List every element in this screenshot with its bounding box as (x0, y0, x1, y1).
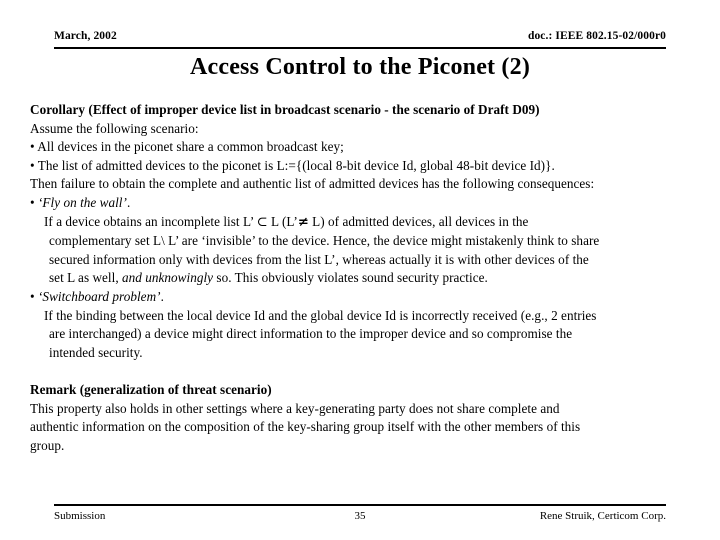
fly-line-4-part-a: set L as well, (49, 270, 122, 286)
bullet-marker: • (30, 194, 38, 210)
fly-line-1: If a device obtains an incomplete list L… (30, 213, 710, 233)
assume-line: Assume the following scenario: (30, 120, 199, 136)
fly-on-the-wall-label: ‘Fly on the wall’ (38, 194, 127, 210)
header-date: March, 2002 (54, 30, 117, 42)
fly-line-1-part-a: If a device obtains an incomplete list L… (44, 213, 257, 229)
bullet-common-key: • All devices in the piconet share a com… (30, 139, 344, 155)
fly-line-1-part-b: L (L’ (267, 213, 298, 229)
slide-footer: Submission 35 Rene Struik, Certicom Corp… (54, 504, 666, 526)
switchboard-line-2: are interchanged) a device might direct … (49, 326, 573, 342)
bullet-marker: • (30, 288, 38, 304)
switchboard-period: . (160, 288, 164, 304)
fly-line-2: complementary set L\ L’ are ‘invisible’ … (49, 233, 600, 249)
slide-header: March, 2002 doc.: IEEE 802.15-02/000r0 (54, 30, 666, 50)
switchboard-problem-label: ‘Switchboard problem’ (38, 288, 161, 304)
slide-body: Corollary (Effect of improper device lis… (30, 101, 710, 455)
not-equal-symbol: ≠ (297, 214, 309, 230)
remark-heading: Remark (generalization of threat scenari… (30, 381, 272, 397)
switchboard-line-1: If the binding between the local device … (44, 307, 597, 323)
bullet-switchboard-problem: • ‘Switchboard problem’. (30, 288, 710, 307)
switchboard-line-3: intended security. (49, 344, 143, 360)
remark-line-3: group. (30, 437, 65, 453)
remark-line-2: authentic information on the composition… (30, 419, 581, 435)
fly-on-the-wall-period: . (126, 194, 131, 210)
page-title: Access Control to the Piconet (2) (189, 54, 531, 80)
and-unknowingly-emphasis: and unknowingly (122, 270, 214, 286)
bullet-device-list: • The list of admitted devices to the pi… (30, 157, 555, 173)
subset-symbol: ⊂ (256, 214, 268, 230)
fly-line-4: set L as well, and unknowingly so. This … (30, 269, 710, 288)
footer-divider (54, 504, 666, 506)
bullet-fly-on-the-wall: • ‘Fly on the wall’. (30, 194, 710, 213)
fly-line-4-part-b: so. This obviously violates sound securi… (213, 270, 488, 286)
header-divider (54, 47, 666, 49)
remark-line-1: This property also holds in other settin… (30, 400, 560, 416)
corollary-heading: Corollary (Effect of improper device lis… (30, 102, 540, 117)
then-failure-line: Then failure to obtain the complete and … (30, 176, 595, 192)
slide: March, 2002 doc.: IEEE 802.15-02/000r0 A… (0, 0, 720, 540)
header-doc-id: doc.: IEEE 802.15-02/000r0 (527, 30, 666, 42)
fly-line-1-part-c: L) of admitted devices, all devices in t… (308, 213, 529, 229)
fly-line-3: secured information only with devices fr… (49, 251, 589, 267)
footer-author: Rene Struik, Certicom Corp. (539, 510, 666, 522)
